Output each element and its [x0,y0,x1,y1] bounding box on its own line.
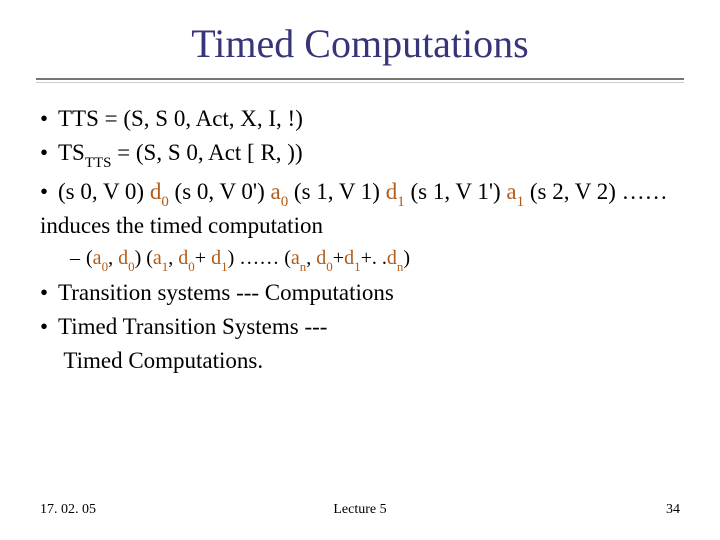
b3c: (s 1, V 1) [288,179,386,204]
delta-icon: d [316,247,326,269]
action-a-sub: 1 [517,194,524,210]
action-a: a [506,179,516,204]
b3d: (s 1, V 1') [405,179,507,204]
slide: Timed Computations •TTS = (S, S 0, Act, … [0,0,720,540]
title-underline-shadow [36,82,684,83]
s1i: +. . [361,247,387,269]
bullet-5-text: Timed Transition Systems --- [58,314,327,339]
delta-icon: d [386,179,398,204]
delta-icon: d [211,247,221,269]
delta-icon: d [118,247,128,269]
bullet-marker: • [40,104,58,134]
delta-sub: 0 [161,194,168,210]
sub-bullet-1: –(a0, d0) (a1, d0+ d1) …… (an, d0+d1+. .… [70,245,680,273]
footer-lecture: Lecture 5 [333,502,386,518]
bullet-2b: = (S, S 0, Act [ R, )) [111,140,302,165]
bullet-1: •TTS = (S, S 0, Act, X, I, !) [40,104,680,134]
bullet-marker: • [40,312,58,342]
s1a: ( [86,247,93,269]
footer-page-number: 34 [666,502,680,518]
action-a: a [270,179,280,204]
s1h: + [333,247,344,269]
slide-title: Timed Computations [0,20,720,67]
footer-date: 17. 02. 05 [40,502,96,518]
bullet-3: •(s 0, V 0) d0 (s 0, V 0') a0 (s 1, V 1)… [40,177,680,242]
delta-sub: 0 [128,259,135,274]
action-a-sub: 0 [281,194,288,210]
bullet-marker: • [40,278,58,308]
delta-sub: 1 [397,194,404,210]
action-a: a [291,247,300,269]
dash-marker: – [70,245,86,271]
delta-sub: n [397,259,404,274]
bullet-2: •TSTTS = (S, S 0, Act [ R, )) [40,138,680,172]
bullet-5b: Timed Computations. [40,346,680,376]
b3b: (s 0, V 0') [169,179,271,204]
s1f: ) …… ( [228,247,291,269]
s1g: , [306,247,316,269]
delta-icon: d [344,247,354,269]
bullet-marker: • [40,177,58,207]
bullet-5b-text: Timed Computations. [58,348,263,373]
delta-sub: 1 [221,259,228,274]
s1b: , [108,247,118,269]
delta-sub: 0 [188,259,195,274]
content-area: •TTS = (S, S 0, Act, X, I, !) •TSTTS = (… [40,104,680,381]
bullet-5: •Timed Transition Systems --- [40,312,680,342]
bullet-marker-empty [40,346,58,376]
delta-sub: 1 [354,259,361,274]
bullet-marker: • [40,138,58,168]
bullet-1-text: TTS = (S, S 0, Act, X, I, !) [58,106,303,131]
delta-icon: d [387,247,397,269]
action-a-sub: 0 [102,259,109,274]
bullet-2a: TS [58,140,85,165]
s1j: ) [403,247,410,269]
title-underline [36,78,684,80]
bullet-4: •Transition systems --- Computations [40,278,680,308]
action-a-sub: 1 [162,259,169,274]
delta-icon: d [150,179,162,204]
action-a: a [153,247,162,269]
s1d: , [168,247,178,269]
s1e: + [195,247,211,269]
action-a: a [93,247,102,269]
action-a-sub: n [300,259,307,274]
delta-sub: 0 [326,259,333,274]
bullet-4-text: Transition systems --- Computations [58,280,394,305]
b3a: (s 0, V 0) [58,179,150,204]
bullet-2-sub: TTS [85,155,112,171]
delta-icon: d [178,247,188,269]
s1c: ) ( [135,247,153,269]
